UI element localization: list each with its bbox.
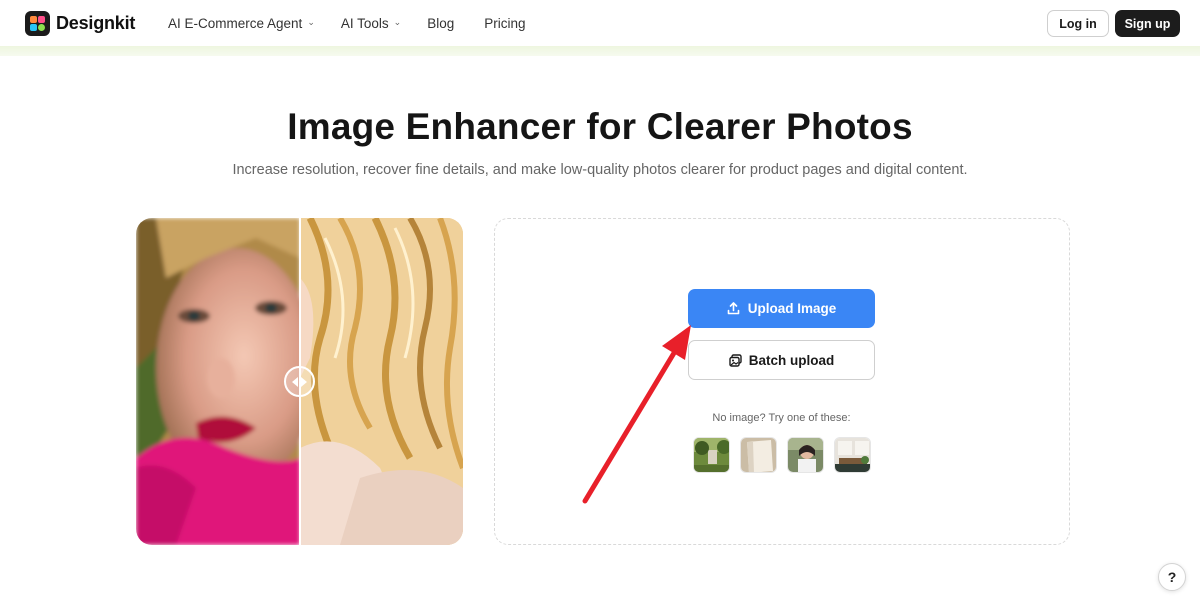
nav-item-ai-tools[interactable]: AI Tools ⌄ [341, 16, 401, 31]
nav-item-label: AI Tools [340, 15, 389, 31]
after-image [300, 218, 463, 545]
signup-button[interactable]: Sign up [1115, 10, 1180, 37]
main-nav: AI E-Commerce Agent ⌄ AI Tools ⌄ Blog Pr… [168, 0, 525, 46]
sample-image-room[interactable] [834, 437, 871, 473]
chevron-down-icon: ⌄ [393, 16, 402, 27]
upload-image-label: Upload Image [747, 301, 837, 316]
nav-item-pricing[interactable]: Pricing [484, 16, 525, 31]
batch-upload-label: Batch upload [748, 352, 835, 368]
sample-image-portrait[interactable] [787, 437, 824, 473]
designkit-logo-icon [25, 11, 50, 36]
arrow-left-icon [292, 376, 298, 387]
chevron-down-icon: ⌄ [307, 16, 315, 27]
brand-name: Designkit [56, 13, 136, 33]
top-navbar: Designkit AI E-Commerce Agent ⌄ AI Tools… [0, 0, 1200, 46]
arrow-right-icon [301, 376, 307, 387]
batch-images-icon [729, 353, 742, 367]
nav-item-label: Pricing [484, 15, 526, 31]
sample-images-hint: No image? Try one of these: [712, 412, 851, 424]
nav-item-label: Blog [427, 15, 455, 31]
before-image [136, 218, 300, 545]
sample-image-paper[interactable] [740, 437, 777, 473]
before-after-comparison [136, 218, 463, 545]
help-button[interactable]: ? [1158, 563, 1186, 591]
enhanced-portrait-image [300, 218, 463, 545]
login-button[interactable]: Log in [1047, 10, 1109, 37]
batch-upload-button[interactable]: Batch upload [688, 340, 875, 380]
comparison-slider-handle[interactable] [284, 366, 315, 397]
brand-logo[interactable]: Designkit [25, 11, 135, 36]
nav-item-ai-ecommerce-agent[interactable]: AI E-Commerce Agent ⌄ [168, 16, 315, 31]
blurry-portrait-image [136, 218, 300, 545]
annotation-arrow [582, 325, 691, 504]
nav-item-blog[interactable]: Blog [427, 16, 454, 31]
header-accent-strip [0, 46, 1200, 56]
page-title: Image Enhancer for Clearer Photos [287, 106, 913, 147]
upload-image-button[interactable]: Upload Image [688, 289, 875, 328]
nav-item-label: AI E-Commerce Agent [168, 15, 303, 31]
upload-icon [727, 302, 740, 315]
sample-images-row [693, 437, 871, 473]
page-subtitle: Increase resolution, recover fine detail… [232, 162, 968, 178]
